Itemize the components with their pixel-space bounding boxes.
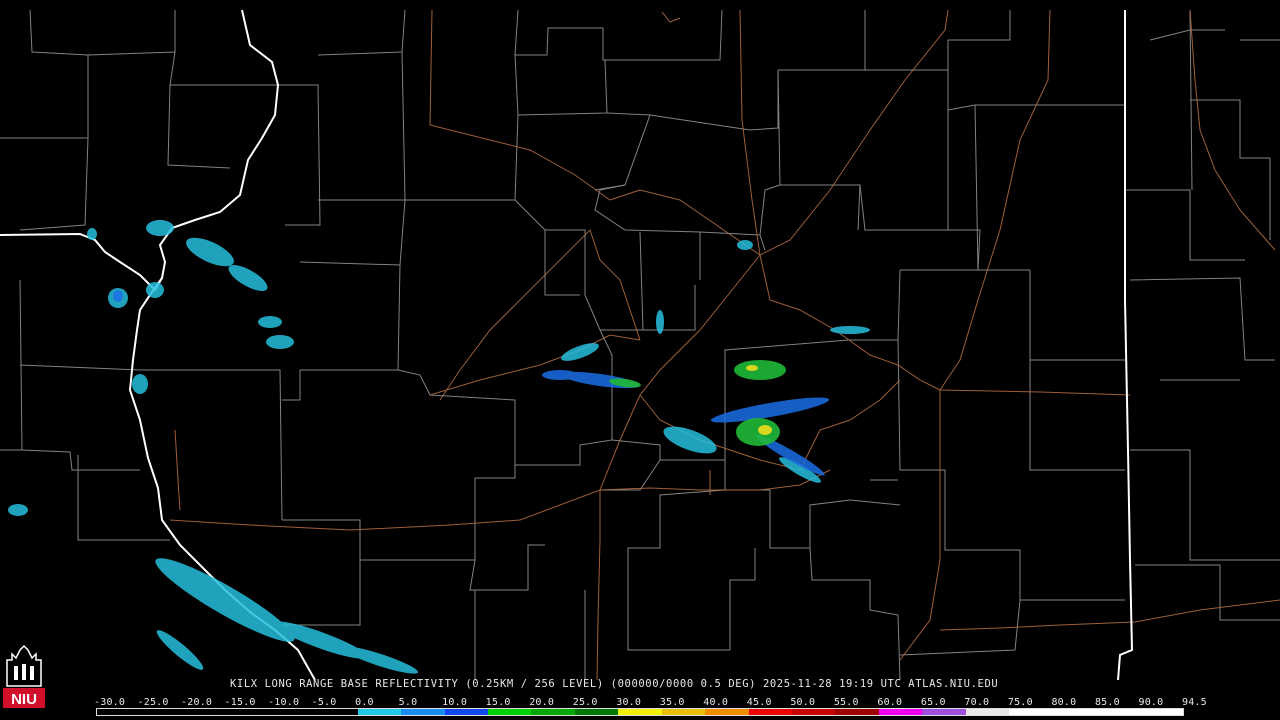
colorbar-segment (270, 709, 315, 715)
colorbar-tick-label: -20.0 (181, 697, 213, 708)
colorbar-tick-label: -30.0 (94, 697, 126, 708)
colorbar-segment (1096, 709, 1140, 715)
logo-text: NIU (11, 691, 37, 708)
colorbar-segment (1052, 709, 1097, 715)
colorbar-tick-label: 5.0 (398, 697, 418, 708)
colorbar-segment (1139, 709, 1183, 715)
colorbar-segment (183, 709, 228, 715)
colorbar-tick-label: 50.0 (790, 697, 816, 708)
colorbar-segment (97, 709, 141, 715)
colorbar-tick-label: 80.0 (1051, 697, 1077, 708)
colorbar-segment (357, 709, 402, 715)
colorbar-segment (314, 709, 358, 715)
colorbar-tick-label: 15.0 (485, 697, 511, 708)
colorbar-tick-label: -10.0 (268, 697, 300, 708)
colorbar-tick-label: 90.0 (1138, 697, 1164, 708)
colorbar-tick-label: -5.0 (311, 697, 337, 708)
niu-castle-logo: NIU (3, 644, 45, 714)
colorbar-tick-label: 55.0 (833, 697, 859, 708)
colorbar-segment (705, 709, 749, 715)
colorbar-tick-label: 25.0 (572, 697, 598, 708)
colorbar-segment (1009, 709, 1053, 715)
colorbar-tick-label: 65.0 (920, 697, 946, 708)
colorbar-segment (878, 709, 923, 715)
colorbar-tick-label: 60.0 (877, 697, 903, 708)
colorbar-tick-label: -15.0 (224, 697, 256, 708)
colorbar-segment (487, 709, 532, 715)
colorbar-tick-label: 0.0 (355, 697, 374, 708)
colorbar-segment (574, 709, 619, 715)
colorbar-tick-label: 75.0 (1007, 697, 1033, 708)
colorbar-segment (835, 709, 879, 715)
colorbar-segment (748, 709, 792, 715)
colorbar-tick-label: 94.5 (1182, 697, 1207, 708)
colorbar-segment (792, 709, 836, 715)
colorbar-tick-label: 45.0 (746, 697, 772, 708)
colorbar-tick-label: 20.0 (529, 697, 555, 708)
reflectivity-colorbar (96, 708, 1184, 716)
colorbar-segment (531, 709, 575, 715)
colorbar-segment (401, 709, 445, 715)
product-caption: KILX LONG RANGE BASE REFLECTIVITY (0.25K… (230, 678, 999, 690)
colorbar-tick-label: 85.0 (1094, 697, 1120, 708)
colorbar-tick-label: 30.0 (616, 697, 642, 708)
colorbar-tick-label: -25.0 (137, 697, 169, 708)
radar-map: NIU (0, 0, 1280, 720)
colorbar-segment (965, 709, 1010, 715)
colorbar-tick-label: 35.0 (659, 697, 685, 708)
colorbar-tick-label: 70.0 (964, 697, 990, 708)
colorbar-segment (444, 709, 488, 715)
colorbar-segment (140, 709, 184, 715)
colorbar-segment (227, 709, 271, 715)
colorbar-segment (618, 709, 662, 715)
colorbar-tick-label: 10.0 (442, 697, 468, 708)
colorbar-segment (661, 709, 706, 715)
colorbar-tick-label: 40.0 (703, 697, 729, 708)
colorbar-segment (922, 709, 966, 715)
